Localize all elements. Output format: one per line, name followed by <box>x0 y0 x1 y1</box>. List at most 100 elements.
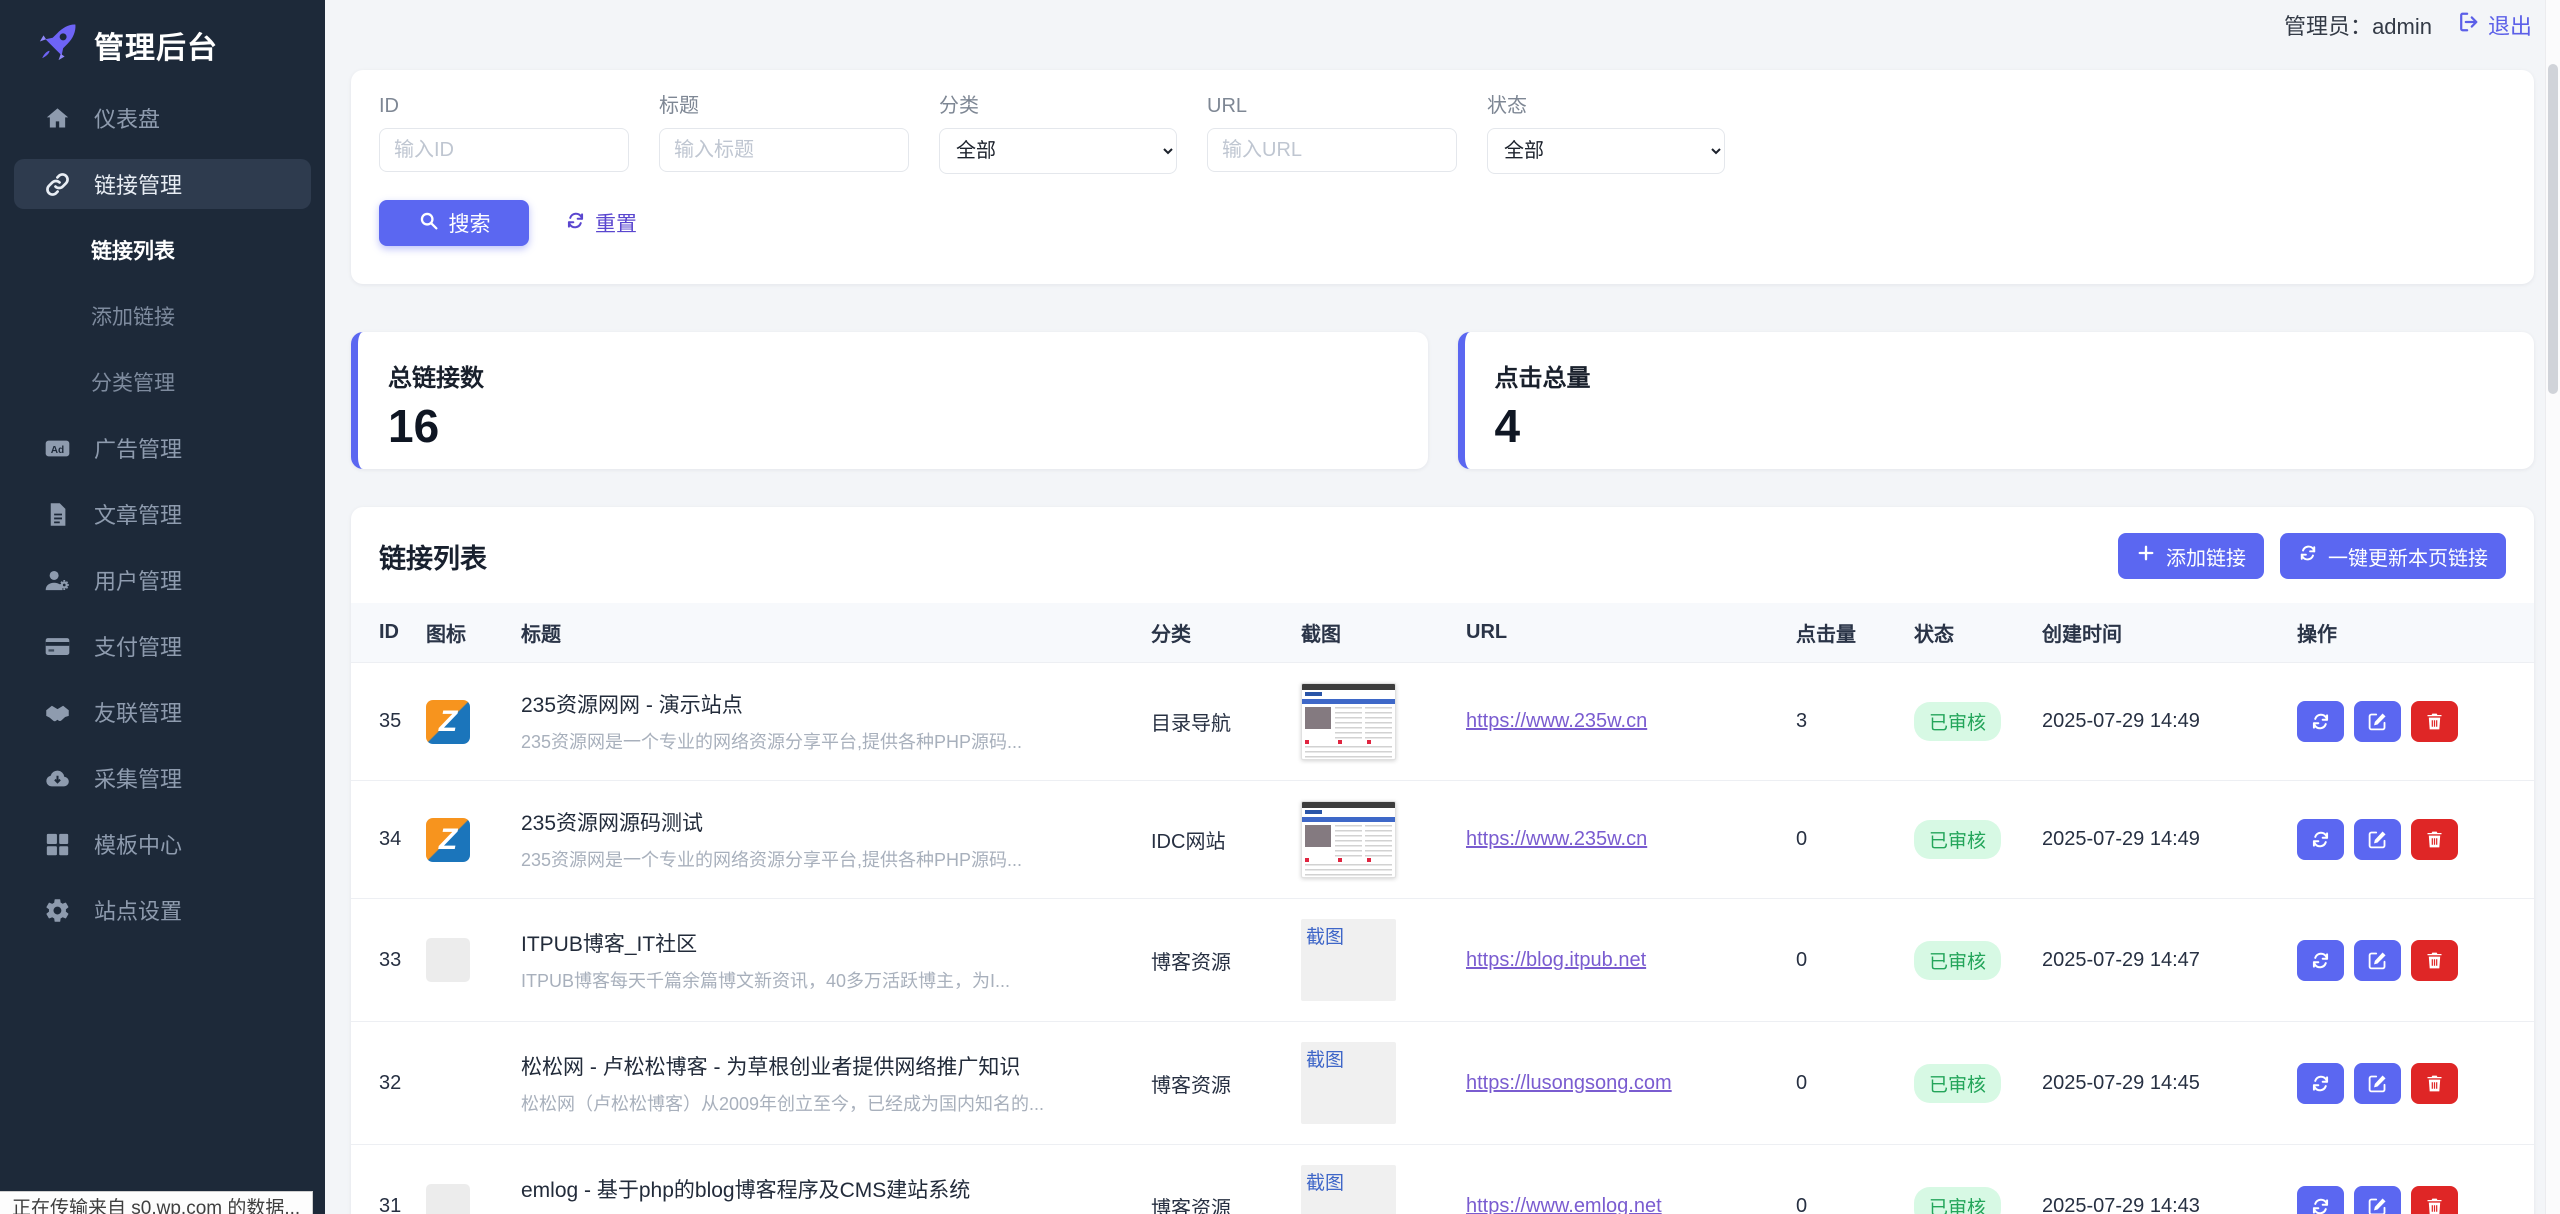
site-logo-placeholder <box>426 938 470 982</box>
scrollbar[interactable] <box>2545 0 2560 1214</box>
delete-row-button[interactable] <box>2411 1186 2458 1214</box>
row-url-link[interactable]: https://www.235w.cn <box>1466 710 1647 732</box>
row-category: IDC网站 <box>1151 831 1225 853</box>
screenshot-alt-text: 截图 <box>1306 922 1344 949</box>
column-header-1: 图标 <box>416 603 511 663</box>
row-clicks: 0 <box>1796 1072 1807 1094</box>
screenshot-alt-text: 截图 <box>1306 1168 1344 1195</box>
table-row: 33 ITPUB博客_IT社区 ITPUB博客每天千篇余篇博文新资讯，40多万活… <box>351 899 2534 1022</box>
status-badge: 已审核 <box>1914 702 2001 741</box>
table-row: 31 emlog - 基于php的blog博客程序及CMS建站系统 emlog是… <box>351 1145 2534 1214</box>
column-header-7: 状态 <box>1904 603 2032 663</box>
delete-row-button[interactable] <box>2411 701 2458 742</box>
refresh-row-button[interactable] <box>2297 940 2344 981</box>
sidebar-item-分类管理[interactable]: 分类管理 <box>14 357 311 407</box>
row-id: 33 <box>379 949 401 971</box>
site-icon-cell: Z <box>426 700 501 744</box>
filter-category-label: 分类 <box>939 94 1177 118</box>
edit-row-button[interactable] <box>2354 701 2401 742</box>
card-icon <box>42 632 72 660</box>
link-table-panel: 链接列表 添加链接 一键更新本页链接 ID图标标题分类截图URL点击量状态创建时… <box>351 507 2534 1214</box>
svg-text:Ad: Ad <box>50 444 63 455</box>
site-logo-icon: Z <box>426 700 470 744</box>
row-url-link[interactable]: https://www.emlog.net <box>1466 1195 1662 1214</box>
filter-status-label: 状态 <box>1487 94 1725 118</box>
refresh-row-button[interactable] <box>2297 819 2344 860</box>
site-icon-cell <box>426 1061 501 1105</box>
edit-row-button[interactable] <box>2354 940 2401 981</box>
id-input[interactable] <box>379 128 629 172</box>
site-screenshot-broken: 截图 <box>1301 1165 1396 1214</box>
refresh-row-button[interactable] <box>2297 1186 2344 1214</box>
link-icon <box>42 170 72 198</box>
sidebar-item-采集管理[interactable]: 采集管理 <box>14 753 311 803</box>
row-actions <box>2297 940 2524 981</box>
edit-row-button[interactable] <box>2354 1063 2401 1104</box>
table-header-row: ID图标标题分类截图URL点击量状态创建时间操作 <box>351 603 2534 663</box>
delete-row-button[interactable] <box>2411 1063 2458 1104</box>
edit-row-button[interactable] <box>2354 819 2401 860</box>
filter-id: ID <box>379 94 629 174</box>
row-screenshot-cell: 截图 <box>1301 1165 1446 1214</box>
sidebar-item-仪表盘[interactable]: 仪表盘 <box>14 93 311 143</box>
row-desc: ITPUB博客每天千篇余篇博文新资讯，40多万活跃博主，为I... <box>521 967 1121 993</box>
reset-button[interactable]: 重置 <box>565 208 637 238</box>
sidebar-item-链接列表[interactable]: 链接列表 <box>14 225 311 275</box>
row-title: 235资源网网 - 演示站点 <box>521 689 1131 719</box>
delete-row-button[interactable] <box>2411 819 2458 860</box>
row-clicks: 0 <box>1796 949 1807 971</box>
plus-icon <box>2136 543 2156 569</box>
row-clicks: 3 <box>1796 710 1807 732</box>
site-screenshot-thumbnail <box>1301 801 1396 878</box>
refresh-row-button[interactable] <box>2297 1063 2344 1104</box>
admin-name: admin <box>2372 14 2432 39</box>
title-input[interactable] <box>659 128 909 172</box>
sidebar-item-添加链接[interactable]: 添加链接 <box>14 291 311 341</box>
column-header-6: 点击量 <box>1786 603 1904 663</box>
admin-info: 管理员：admin <box>2284 9 2432 41</box>
row-created: 2025-07-29 14:49 <box>2042 828 2200 850</box>
sidebar-item-模板中心[interactable]: 模板中心 <box>14 819 311 869</box>
browser-status-text: 正在传输来自 s0.wp.com 的数据... <box>0 1191 313 1214</box>
sidebar-item-用户管理[interactable]: 用户管理 <box>14 555 311 605</box>
filter-status: 状态 全部 <box>1487 94 1725 174</box>
sidebar-item-链接管理[interactable]: 链接管理 <box>14 159 311 209</box>
site-logo-icon: Z <box>426 818 470 862</box>
row-category: 博客资源 <box>1151 1198 1231 1214</box>
scrollbar-thumb[interactable] <box>2548 64 2558 394</box>
add-link-button[interactable]: 添加链接 <box>2118 533 2264 579</box>
sidebar-item-友联管理[interactable]: 友联管理 <box>14 687 311 737</box>
rocket-logo-icon <box>36 20 80 69</box>
logout-icon <box>2458 11 2480 39</box>
ad-icon: Ad <box>42 434 72 462</box>
row-url-link[interactable]: https://www.235w.cn <box>1466 828 1647 850</box>
search-button[interactable]: 搜索 <box>379 200 529 246</box>
row-category: 博客资源 <box>1151 952 1231 974</box>
row-actions <box>2297 1186 2524 1214</box>
sidebar-item-广告管理[interactable]: Ad 广告管理 <box>14 423 311 473</box>
row-category: 博客资源 <box>1151 1075 1231 1097</box>
update-links-button[interactable]: 一键更新本页链接 <box>2280 533 2506 579</box>
row-url-link[interactable]: https://blog.itpub.net <box>1466 949 1646 971</box>
status-select[interactable]: 全部 <box>1487 128 1725 174</box>
sidebar-item-支付管理[interactable]: 支付管理 <box>14 621 311 671</box>
status-badge: 已审核 <box>1914 820 2001 859</box>
row-screenshot-cell: 截图 <box>1301 919 1446 1001</box>
edit-row-button[interactable] <box>2354 1186 2401 1214</box>
url-input[interactable] <box>1207 128 1457 172</box>
sidebar-item-文章管理[interactable]: 文章管理 <box>14 489 311 539</box>
links-table: ID图标标题分类截图URL点击量状态创建时间操作 35 Z 235资源网网 - … <box>351 603 2534 1214</box>
site-icon-cell <box>426 938 501 982</box>
category-select[interactable]: 全部 <box>939 128 1177 174</box>
logout-link[interactable]: 退出 <box>2458 9 2532 41</box>
refresh-row-button[interactable] <box>2297 701 2344 742</box>
app-logo: 管理后台 <box>0 0 325 69</box>
row-url-link[interactable]: https://lusongsong.com <box>1466 1072 1672 1094</box>
delete-row-button[interactable] <box>2411 940 2458 981</box>
filter-category: 分类 全部 <box>939 94 1177 174</box>
row-actions <box>2297 1063 2524 1104</box>
column-header-4: 截图 <box>1291 603 1456 663</box>
search-icon <box>418 210 439 237</box>
sidebar-item-站点设置[interactable]: 站点设置 <box>14 885 311 935</box>
users-icon <box>42 566 72 594</box>
